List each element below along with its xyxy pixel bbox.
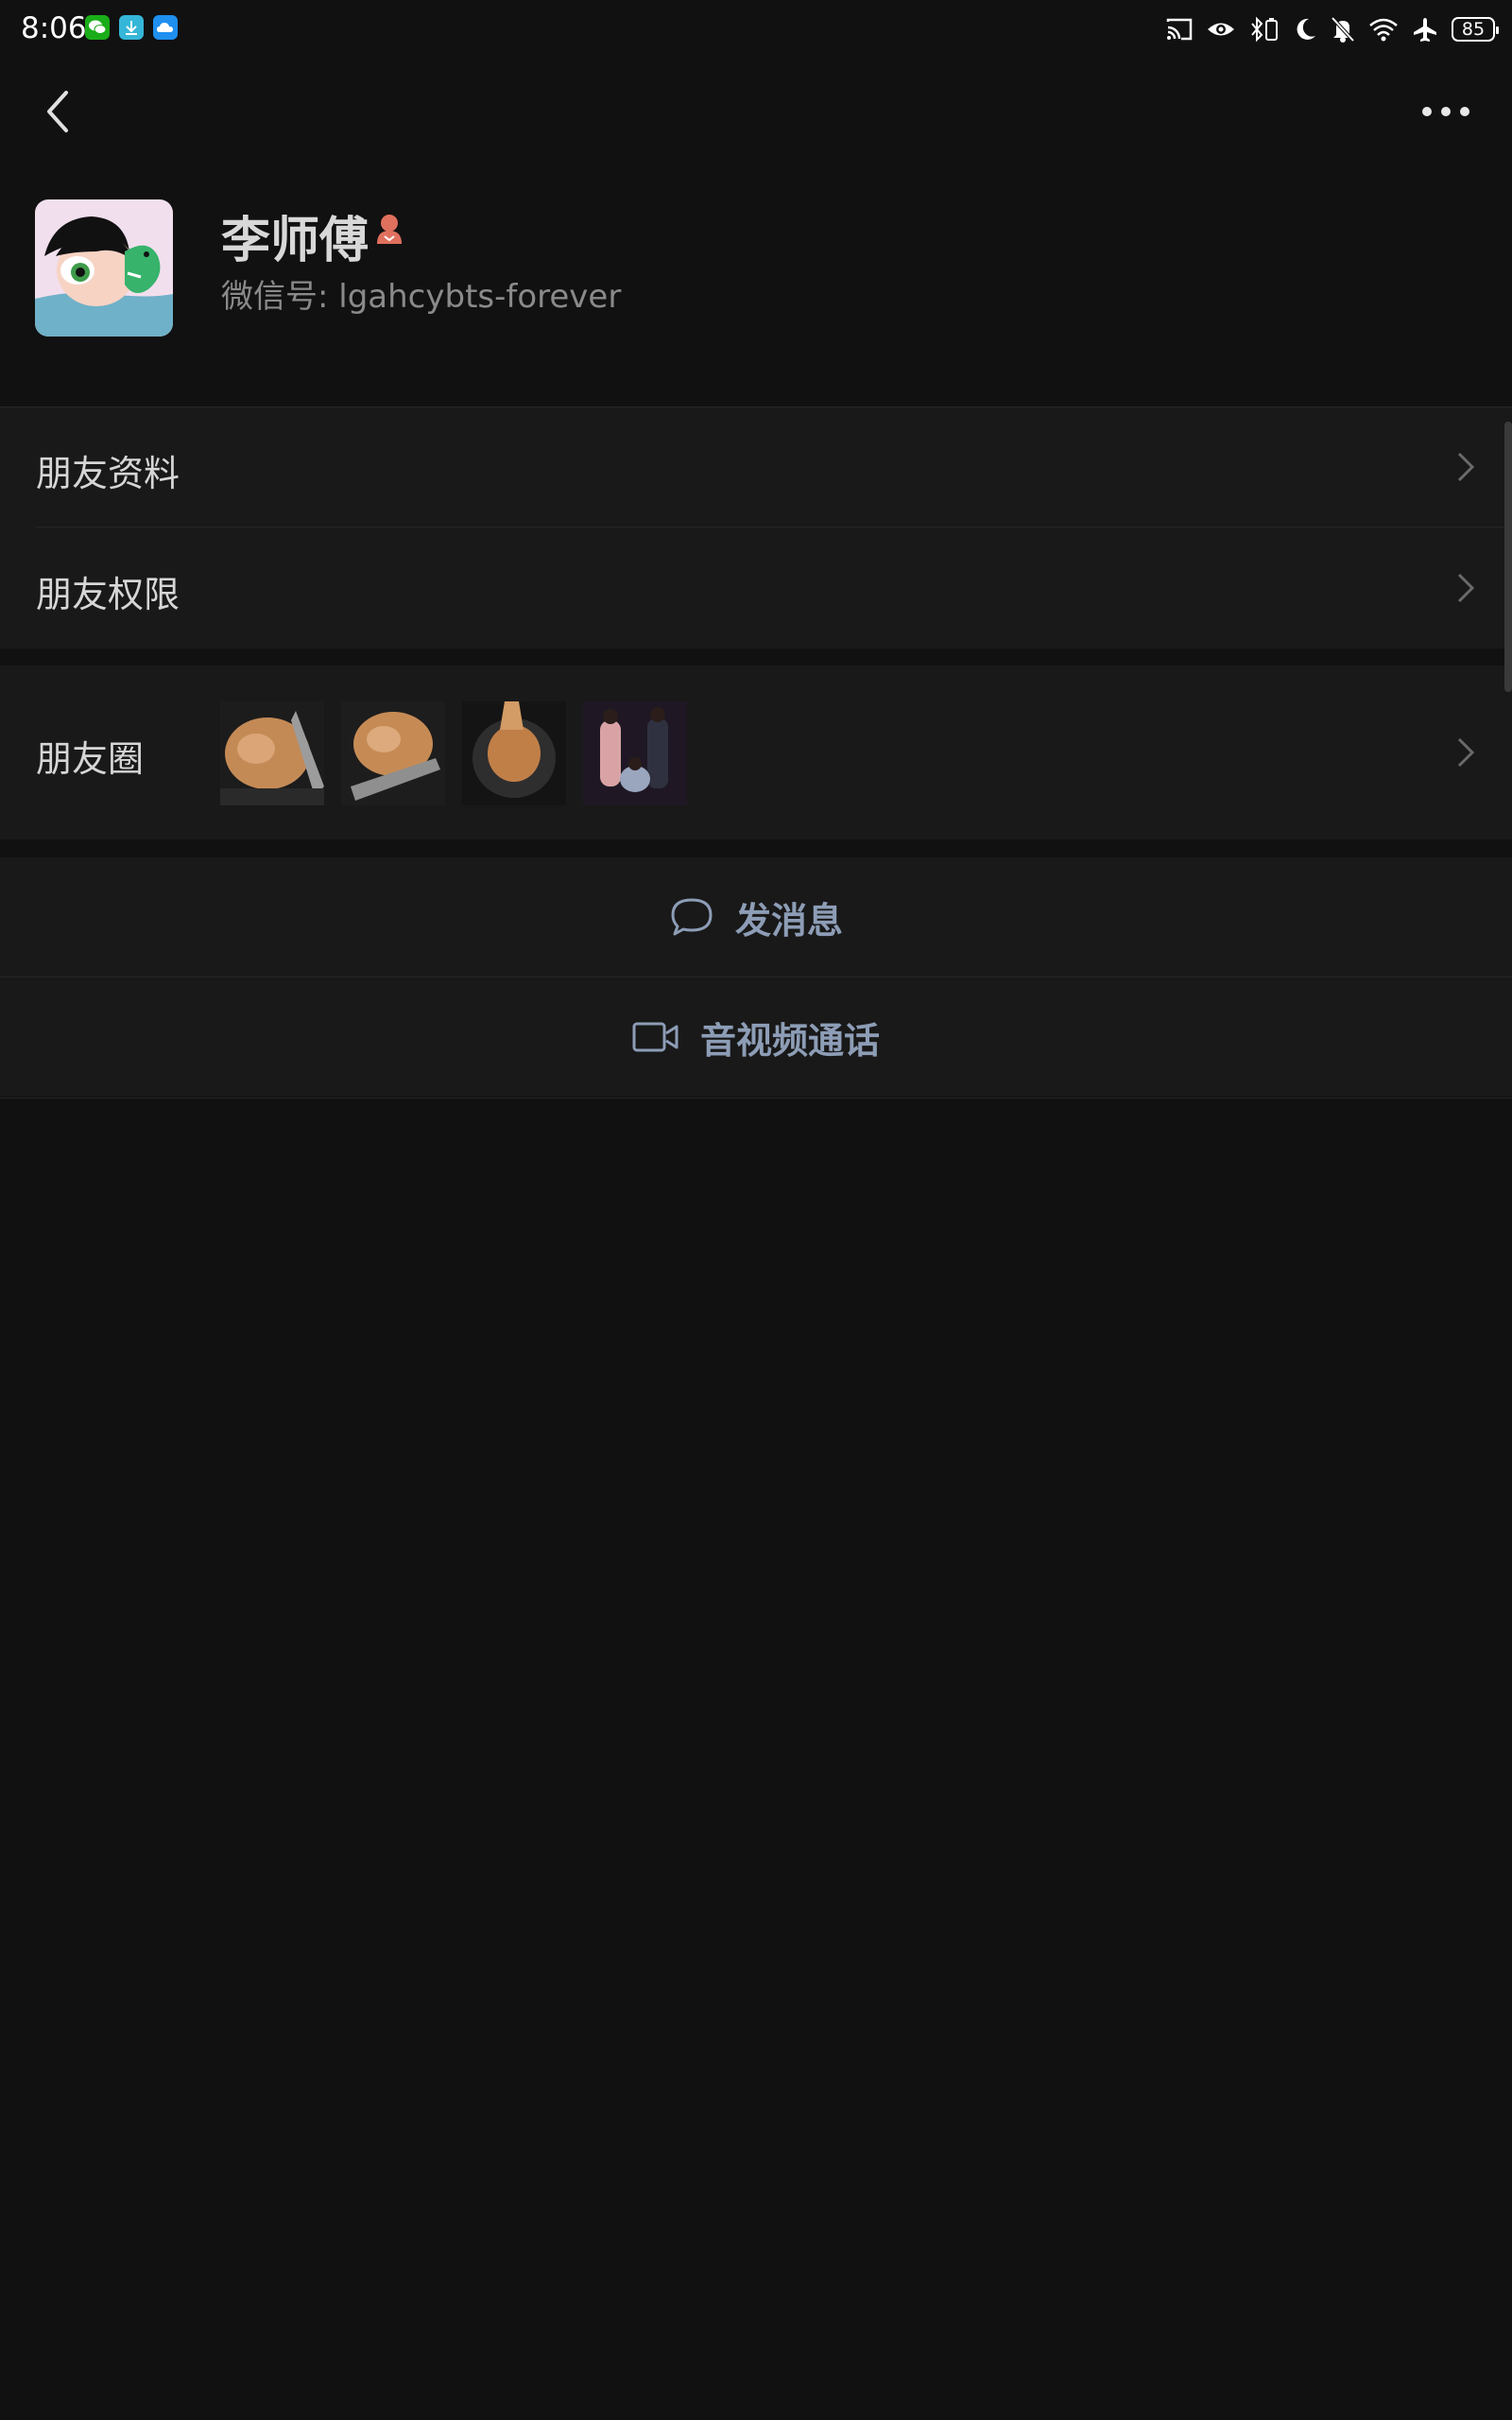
friend-info-label: 朋友资料 [36,453,180,494]
moments-thumbnail[interactable] [462,701,566,805]
cloud-icon [153,15,178,40]
video-call-label: 音视频通话 [700,1019,881,1062]
more-icon [1422,107,1469,116]
video-camera-icon [632,1022,679,1052]
friend-permissions-row[interactable]: 朋友权限 [0,527,1512,648]
chat-bubble-icon [671,898,713,936]
scrollbar[interactable] [1504,422,1512,692]
wechat-id: 微信号: lgahcybts-forever [221,278,622,316]
status-bar: 8:06 85 [0,0,1512,59]
moments-thumbnail[interactable] [341,701,445,805]
send-message-button[interactable]: 发消息 [0,857,1512,977]
contact-name: 李师傅 [221,213,369,269]
battery-indicator: 85 [1452,17,1499,42]
female-icon [372,212,406,246]
status-time: 8:06 [21,11,87,45]
chevron-right-icon [1457,452,1475,482]
friend-info-row[interactable]: 朋友资料 [0,406,1512,527]
bell-off-icon [1331,16,1355,43]
send-message-label: 发消息 [735,899,844,942]
moments-thumbnail[interactable] [583,701,687,805]
moments-thumbnail[interactable] [220,701,324,805]
back-button[interactable] [38,83,83,140]
wifi-icon [1369,18,1398,42]
status-icons: 85 [1166,13,1499,45]
bluetooth-battery-icon [1251,16,1278,43]
more-button[interactable] [1418,93,1474,130]
chevron-right-icon [1457,737,1475,768]
moments-label: 朋友圈 [36,738,145,780]
moon-icon [1297,18,1315,40]
chevron-right-icon [1457,573,1475,603]
wechat-icon [85,15,110,40]
friend-permissions-label: 朋友权限 [36,574,180,615]
download-icon [119,15,144,40]
airplane-icon [1414,18,1436,42]
back-arrow-icon [47,91,68,132]
info-section: 朋友资料 朋友权限 [0,406,1512,648]
video-call-button[interactable]: 音视频通话 [0,977,1512,1097]
avatar[interactable] [35,199,173,337]
eye-icon [1208,23,1234,36]
cast-icon [1166,18,1193,41]
